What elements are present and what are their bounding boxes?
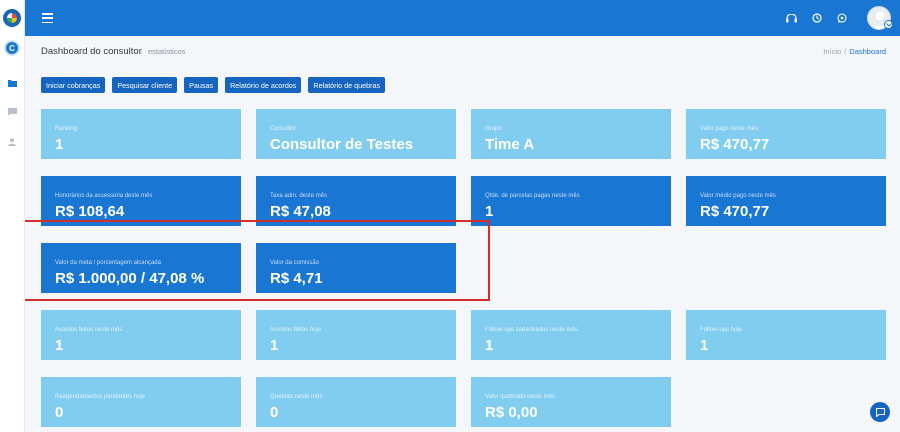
stat-card-consultant: Consultor Consultor de Testes <box>256 109 456 159</box>
whatsapp-icon[interactable] <box>836 12 848 24</box>
stat-label: Qtde. de parcelas pagas neste mês <box>485 193 580 199</box>
stat-card-agreements-today: Acordos feitos hoje 1 <box>256 310 456 360</box>
stat-card-admin-fee: Taxa adm. deste mês R$ 47,08 <box>256 176 456 226</box>
sidebar-avatar[interactable]: C <box>4 40 20 56</box>
stat-value: 1 <box>485 203 494 220</box>
stat-value: 1 <box>485 337 494 354</box>
user-icon[interactable] <box>6 136 18 148</box>
stat-card-installments-paid: Qtde. de parcelas pagas neste mês 1 <box>471 176 671 226</box>
stat-label: Valor quebrado neste mês <box>485 394 555 400</box>
stat-card-advisory-fees: Honorários da assessoria deste mês R$ 10… <box>41 176 241 226</box>
stat-value: Consultor de Testes <box>270 136 414 153</box>
stats-grid: Ranking 1 Consultor Consultor de Testes … <box>41 109 886 427</box>
chat-button[interactable] <box>870 402 890 422</box>
search-client-button[interactable]: Pesquisar cliente <box>112 77 178 93</box>
stat-value: 1 <box>270 337 279 354</box>
pauses-button[interactable]: Pausas <box>184 77 219 93</box>
chevron-down-icon[interactable] <box>884 20 893 29</box>
agreements-report-button[interactable]: Relatório de acordos <box>225 77 302 93</box>
stat-label: Grupo <box>485 126 502 132</box>
stat-label: Ranking <box>55 126 78 132</box>
headset-icon[interactable] <box>785 12 797 24</box>
stat-value: R$ 470,77 <box>700 203 770 220</box>
action-bar: Iniciar cobranças Pesquisar cliente Paus… <box>41 77 386 93</box>
stat-value: R$ 4,71 <box>270 270 323 287</box>
stat-label: Consultor <box>270 126 296 132</box>
stat-card-average-paid: Valor médio pago neste mês R$ 470,77 <box>686 176 886 226</box>
stat-card-broken-value: Valor quebrado neste mês R$ 0,00 <box>471 377 671 427</box>
logo-mark <box>7 13 17 23</box>
stat-label: Honorários da assessoria deste mês <box>55 193 153 199</box>
empty-slot <box>471 243 671 293</box>
stat-label: Taxa adm. deste mês <box>270 193 328 199</box>
stat-value: 0 <box>270 404 279 421</box>
stat-label: Quebras neste mês <box>270 394 323 400</box>
stat-card-goal: Valor da meta / porcentagem alcançada R$… <box>41 243 241 293</box>
stat-label: Valor pago neste mês <box>700 126 758 132</box>
stat-card-paid-month: Valor pago neste mês R$ 470,77 <box>686 109 886 159</box>
stat-value: R$ 0,00 <box>485 404 538 421</box>
page-subtitle: estatísticos <box>148 47 186 56</box>
logo[interactable] <box>3 9 21 27</box>
breadcrumb: Início / Dashboard <box>823 47 886 56</box>
stat-value: R$ 47,08 <box>270 203 331 220</box>
stat-value: 1 <box>55 136 64 153</box>
message-icon[interactable] <box>6 106 18 118</box>
breadcrumb-current: Dashboard <box>849 47 886 56</box>
breaks-report-button[interactable]: Relatório de quebras <box>308 77 386 93</box>
stat-label: Acordos feitos neste mês <box>55 327 123 333</box>
stat-card-reschedules-today: Reagendamentos pendentes hoje 0 <box>41 377 241 427</box>
stat-label: Reagendamentos pendentes hoje <box>55 394 146 400</box>
stat-card-followups-today: Follow-ups hoje 1 <box>686 310 886 360</box>
folder-icon[interactable] <box>6 77 18 89</box>
empty-slot <box>686 243 886 293</box>
stat-label: Valor da comissão <box>270 260 319 266</box>
stat-value: 1 <box>700 337 709 354</box>
stat-card-agreements-month: Acordos feitos neste mês 1 <box>41 310 241 360</box>
stat-card-breaks-month: Quebras neste mês 0 <box>256 377 456 427</box>
start-collections-button[interactable]: Iniciar cobranças <box>41 77 106 93</box>
sidebar: C <box>0 0 25 432</box>
stat-card-group: Grupo Time A <box>471 109 671 159</box>
stat-label: Valor da meta / porcentagem alcançada <box>55 260 161 266</box>
stat-value: R$ 1.000,00 / 47,08 % <box>55 270 205 287</box>
menu-icon[interactable] <box>42 13 53 23</box>
breadcrumb-home[interactable]: Início <box>823 47 841 56</box>
stat-label: Acordos feitos hoje <box>270 327 322 333</box>
clock-icon[interactable] <box>811 12 823 24</box>
breadcrumb-separator: / <box>844 47 847 56</box>
stat-value: 0 <box>55 404 64 421</box>
top-navbar <box>25 0 900 36</box>
stat-card-commission: Valor da comissão R$ 4,71 <box>256 243 456 293</box>
stat-value: 1 <box>55 337 64 354</box>
stat-card-ranking: Ranking 1 <box>41 109 241 159</box>
page-title: Dashboard do consultor <box>41 46 142 57</box>
stat-label: Follow-ups hoje <box>700 327 743 333</box>
stat-value: Time A <box>485 136 535 153</box>
stat-value: R$ 470,77 <box>700 136 770 153</box>
stat-value: R$ 108,64 <box>55 203 125 220</box>
stat-card-followups-month: Follow-ups cadastrados neste mês 1 <box>471 310 671 360</box>
stat-label: Valor médio pago neste mês <box>700 193 776 199</box>
stat-label: Follow-ups cadastrados neste mês <box>485 327 578 333</box>
chat-icon <box>875 407 885 417</box>
